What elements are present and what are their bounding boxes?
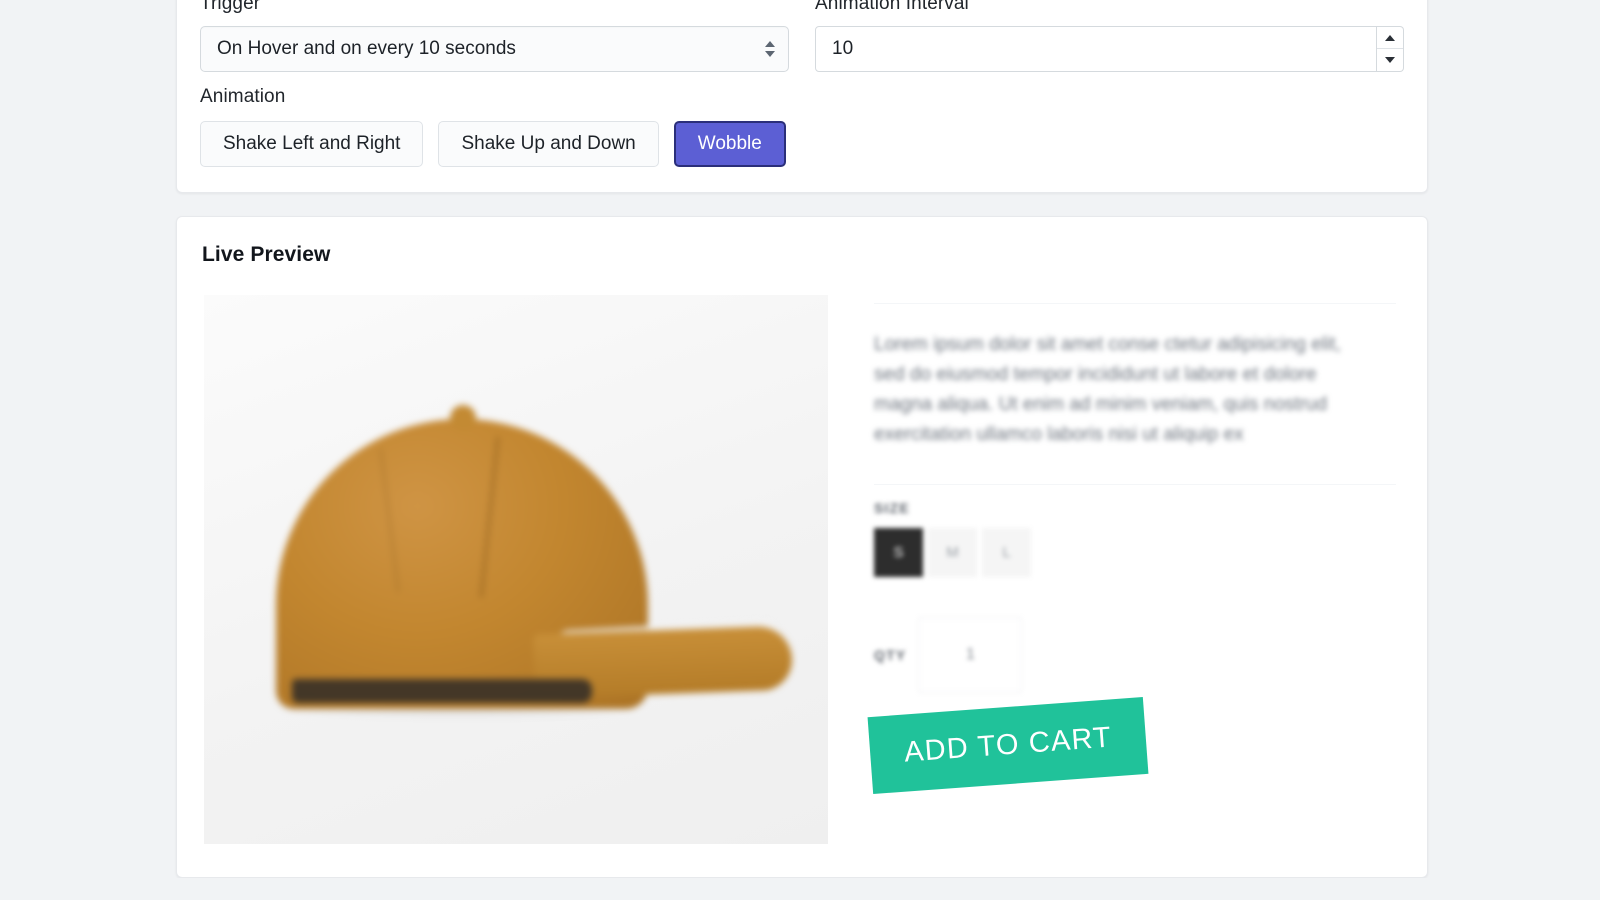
- live-preview-card: Live Preview Lorem ipsum dolor sit amet …: [176, 216, 1428, 878]
- animation-settings-card: Trigger On Hover and on every 10 seconds…: [176, 0, 1428, 193]
- live-preview-title: Live Preview: [202, 243, 330, 267]
- product-description: Lorem ipsum dolor sit amet conse ctetur …: [874, 330, 1360, 450]
- info-divider-top: [874, 303, 1396, 304]
- settings-form-row: Trigger On Hover and on every 10 seconds…: [200, 0, 1404, 72]
- animation-field-group: Animation Shake Left and Right Shake Up …: [200, 86, 786, 167]
- animation-button-group: Shake Left and Right Shake Up and Down W…: [200, 121, 786, 167]
- product-image: [204, 295, 828, 844]
- animation-interval-value: 10: [832, 38, 853, 60]
- animation-interval-label: Animation Interval: [815, 0, 1404, 15]
- animation-label: Animation: [200, 86, 786, 108]
- info-divider-bottom: [874, 484, 1396, 485]
- page-bottom-spacer: [0, 878, 1600, 900]
- trigger-label: Trigger: [200, 0, 789, 15]
- size-options: S M L: [874, 528, 1031, 577]
- baseball-cap-illustration: [204, 295, 828, 844]
- add-to-cart-button[interactable]: ADD TO CART: [868, 697, 1149, 794]
- animation-option-shake-up-down[interactable]: Shake Up and Down: [438, 121, 658, 167]
- live-preview-body: Lorem ipsum dolor sit amet conse ctetur …: [204, 295, 1400, 877]
- stepper-increment-button[interactable]: [1377, 27, 1403, 49]
- quantity-input[interactable]: 1: [918, 617, 1022, 693]
- product-info-panel: Lorem ipsum dolor sit amet conse ctetur …: [858, 295, 1400, 877]
- size-option-l[interactable]: L: [982, 528, 1031, 577]
- trigger-select-wrap: On Hover and on every 10 seconds: [200, 26, 789, 72]
- trigger-select-value: On Hover and on every 10 seconds: [217, 38, 516, 60]
- trigger-select[interactable]: On Hover and on every 10 seconds: [200, 26, 789, 72]
- animation-interval-stepper: 10: [815, 26, 1404, 72]
- animation-option-wobble[interactable]: Wobble: [674, 121, 786, 167]
- trigger-field-group: Trigger On Hover and on every 10 seconds: [200, 0, 789, 72]
- size-option-m[interactable]: M: [928, 528, 977, 577]
- size-selector: SIZE S M L: [874, 500, 1031, 577]
- animation-interval-field-group: Animation Interval 10: [815, 0, 1404, 72]
- animation-option-shake-left-right[interactable]: Shake Left and Right: [200, 121, 423, 167]
- quantity-selector: QTY 1: [874, 617, 1022, 693]
- caret-up-icon: [1385, 35, 1395, 41]
- size-label: SIZE: [874, 500, 1031, 516]
- size-option-s[interactable]: S: [874, 528, 923, 577]
- animation-interval-input[interactable]: 10: [815, 26, 1377, 72]
- caret-down-icon: [1385, 57, 1395, 63]
- stepper-decrement-button[interactable]: [1377, 49, 1403, 71]
- stepper-buttons: [1377, 26, 1404, 72]
- quantity-label: QTY: [874, 647, 906, 663]
